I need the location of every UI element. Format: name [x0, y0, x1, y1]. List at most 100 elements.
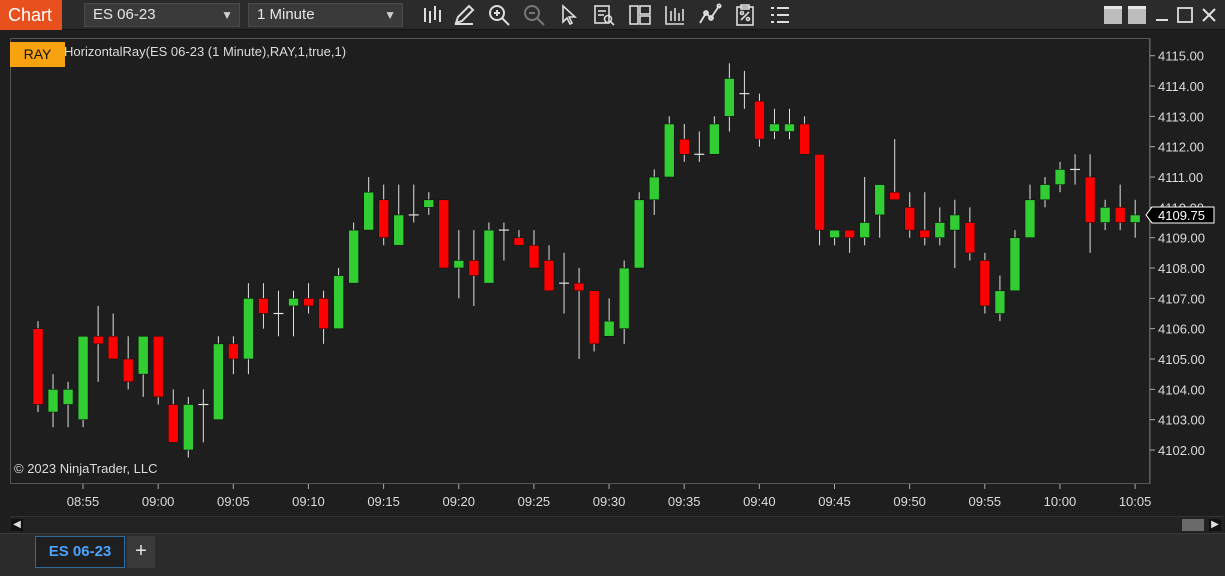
- x-tick-label: 09:00: [142, 494, 175, 509]
- candle-body: [47, 389, 59, 413]
- candle-body: [784, 123, 795, 132]
- candle-body: [618, 267, 630, 329]
- y-tick-label: 4107.00: [1158, 291, 1205, 306]
- candle-body: [228, 343, 239, 360]
- candle-body: [303, 298, 314, 307]
- current-price-label: 4109.75: [1158, 208, 1205, 223]
- horizontal-scrollbar[interactable]: ◀ ▶: [10, 516, 1224, 532]
- candle-body: [183, 404, 194, 451]
- candle-body: [122, 358, 134, 383]
- candle-body: [528, 244, 540, 269]
- candle-body: [648, 176, 660, 201]
- y-tick-label: 4108.00: [1158, 261, 1205, 276]
- candle-body: [378, 199, 389, 238]
- candle-body: [709, 123, 720, 155]
- x-tick-label: 09:45: [818, 494, 851, 509]
- candle-body: [213, 343, 224, 420]
- candle-body: [258, 298, 269, 314]
- candle-body: [1054, 169, 1066, 185]
- y-tick-label: 4115.00: [1158, 49, 1204, 64]
- x-tick-label: 10:00: [1044, 494, 1077, 509]
- tab-es-06-23[interactable]: ES 06-23: [35, 536, 125, 568]
- indicator-label: HorizontalRay(ES 06-23 (1 Minute),RAY,1,…: [64, 44, 347, 59]
- x-tick-label: 09:55: [969, 494, 1002, 509]
- x-tick-label: 10:05: [1119, 494, 1152, 509]
- candle-body: [994, 290, 1006, 314]
- candle-body: [919, 229, 931, 238]
- candle-body: [513, 237, 525, 246]
- y-tick-label: 4102.00: [1158, 443, 1205, 458]
- x-tick-label: 09:15: [367, 494, 400, 509]
- candle-body: [423, 199, 435, 208]
- candle-body: [363, 191, 374, 231]
- candle-body: [889, 191, 901, 201]
- candle-body: [243, 298, 254, 360]
- x-tick-label: 09:20: [442, 494, 475, 509]
- y-tick-label: 4113.00: [1158, 109, 1204, 124]
- candle-body: [1039, 184, 1051, 201]
- x-tick-label: 09:05: [217, 494, 250, 509]
- candle-body: [859, 222, 870, 238]
- scroll-left-icon[interactable]: ◀: [11, 519, 23, 531]
- y-tick-label: 4105.00: [1158, 352, 1205, 367]
- candle-body: [814, 153, 825, 231]
- candle-body: [904, 207, 916, 231]
- candle-body: [62, 389, 74, 405]
- candle-body: [663, 123, 675, 178]
- candle-body: [348, 229, 359, 284]
- candle-body: [137, 335, 149, 375]
- candle-body: [964, 222, 976, 254]
- candle-body: [829, 229, 840, 238]
- candle-body: [1009, 237, 1021, 292]
- copyright-text: © 2023 NinjaTrader, LLC: [14, 461, 158, 476]
- candle-body: [934, 222, 946, 238]
- candle-body: [949, 214, 961, 231]
- candle-body: [152, 335, 164, 398]
- candle-body: [678, 138, 690, 155]
- candle-body: [769, 123, 780, 132]
- y-tick-label: 4111.00: [1158, 170, 1203, 185]
- candle-body: [483, 229, 495, 284]
- candle-body: [107, 335, 119, 360]
- scroll-thumb[interactable]: [1182, 519, 1204, 531]
- scroll-right-icon[interactable]: ▶: [1209, 519, 1221, 531]
- candle-body: [633, 199, 645, 269]
- tab-bar: ES 06-23 +: [0, 533, 1225, 576]
- candle-body: [754, 100, 765, 140]
- candle-body: [1099, 207, 1111, 223]
- candle-body: [543, 260, 555, 292]
- x-tick-label: 09:35: [668, 494, 701, 509]
- candle-body: [32, 328, 44, 405]
- candle-body: [979, 260, 991, 307]
- add-tab-button[interactable]: +: [127, 536, 155, 568]
- x-tick-label: 09:25: [518, 494, 551, 509]
- x-tick-label: 09:40: [743, 494, 776, 509]
- candle-body: [799, 123, 810, 155]
- candlestick-chart[interactable]: 4102.00 4103.00 4104.00 4105.00 4106.00 4107.…: [0, 0, 1225, 516]
- candle-body: [318, 298, 329, 329]
- candle-body: [468, 260, 480, 276]
- candle-body: [724, 78, 735, 117]
- candle-body: [393, 214, 405, 246]
- candle-body: [1129, 214, 1141, 223]
- y-tick-label: 4103.00: [1158, 413, 1205, 428]
- x-tick-label: 09:10: [292, 494, 325, 509]
- y-tick-label: 4104.00: [1158, 382, 1205, 397]
- y-tick-label: 4106.00: [1158, 322, 1205, 337]
- y-tick-label: 4109.00: [1158, 231, 1205, 246]
- x-tick-label: 08:55: [67, 494, 100, 509]
- candle-body: [167, 404, 179, 443]
- x-tick-label: 09:30: [593, 494, 626, 509]
- candle-body: [288, 298, 299, 307]
- x-tick-label: 09:50: [893, 494, 926, 509]
- candle-body: [453, 260, 465, 269]
- candle-body: [438, 199, 450, 269]
- candle-body: [1114, 207, 1126, 223]
- candle-body: [588, 290, 600, 345]
- candle-body: [333, 275, 344, 329]
- candle-body: [92, 335, 104, 345]
- candle-body: [844, 229, 855, 238]
- candle-body: [874, 184, 885, 216]
- y-tick-label: 4112.00: [1158, 140, 1204, 155]
- ray-button[interactable]: RAY: [10, 42, 65, 67]
